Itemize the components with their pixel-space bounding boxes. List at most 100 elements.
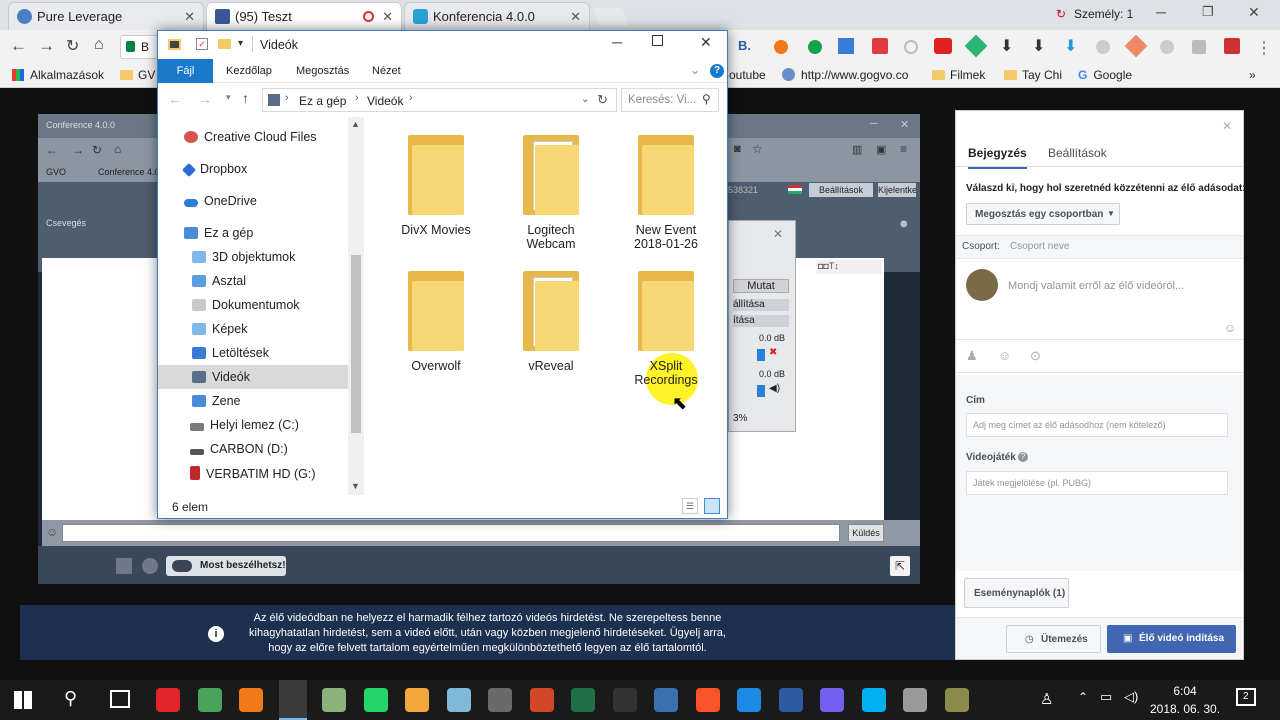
box-icon[interactable] [446, 688, 471, 712]
profile-label[interactable]: Személy: 1 [1074, 7, 1133, 21]
group-input[interactable]: Csoport neve [1010, 241, 1069, 252]
up-icon[interactable]: ↑ [242, 90, 249, 106]
notification-center-icon[interactable]: 2 [1236, 688, 1256, 706]
tab-settings[interactable]: Beállítások [1048, 146, 1107, 160]
close-icon[interactable]: ✕ [700, 34, 712, 51]
search-box[interactable]: Keresés: Vi... ⚲ [621, 88, 719, 112]
bookmark-google[interactable]: G Google [1078, 68, 1132, 82]
maximize-icon[interactable]: ❐ [1202, 4, 1214, 20]
folder-item[interactable]: New Event 2018-01-26 [616, 135, 716, 251]
close-icon[interactable]: ✕ [570, 9, 581, 25]
nav-item-3d-objects[interactable]: 3D objektumok [158, 245, 348, 269]
settings-icon[interactable] [142, 558, 158, 574]
event-log-button[interactable]: Eseménynaplók (1) [964, 578, 1069, 608]
bookmark-gogvo[interactable]: http://www.gogvo.co [782, 68, 908, 82]
nav-item-drive-g[interactable]: VERBATIM HD (G:) [158, 461, 348, 485]
extension-icon[interactable] [1160, 40, 1174, 54]
powerpoint-icon[interactable] [529, 688, 554, 712]
wifi-app-icon[interactable] [778, 688, 803, 712]
conf-bookmark[interactable]: Conference 4.0 [98, 167, 160, 177]
tag-people-icon[interactable]: ♟ [966, 348, 978, 364]
location-icon[interactable]: ⊙ [1030, 348, 1041, 364]
minimize-icon[interactable]: ─ [612, 34, 622, 50]
download-icon[interactable] [838, 38, 854, 54]
address-bar[interactable]: › Ez a gép › Videók › ⌄ ↻ [262, 88, 617, 112]
people-icon[interactable]: ♙ [1040, 690, 1053, 708]
nav-item-this-pc[interactable]: Ez a gép [158, 221, 348, 245]
calculator-icon[interactable] [488, 688, 512, 712]
firefox-icon[interactable] [239, 688, 263, 712]
extension-icon[interactable] [1192, 40, 1206, 54]
close-icon[interactable]: ✕ [773, 227, 783, 241]
folder-item[interactable]: XSplit Recordings [616, 271, 716, 387]
home-icon[interactable]: ⌂ [114, 142, 121, 156]
down-arrow-icon[interactable]: ⬇ [1064, 36, 1077, 56]
folder-item[interactable]: vReveal [501, 271, 601, 373]
post-input[interactable]: Mondj valamit erről az élő videóról... [1008, 280, 1184, 292]
star-icon[interactable]: ☆ [752, 142, 763, 156]
reload-icon[interactable]: ↻ [66, 36, 79, 56]
nav-item-onedrive[interactable]: OneDrive [158, 189, 348, 213]
volume-icon[interactable]: ◁) [1124, 689, 1138, 705]
back-icon[interactable]: ← [168, 91, 182, 107]
folder-item[interactable]: Overwolf [386, 271, 486, 373]
details-view-icon[interactable]: ☰ [682, 498, 698, 514]
refresh-icon[interactable]: ↻ [597, 92, 608, 108]
excel-icon[interactable] [571, 688, 595, 712]
nav-item-music[interactable]: Zene [158, 389, 348, 413]
menu-icon[interactable]: ⋮ [1256, 38, 1272, 58]
tab-share[interactable]: Megosztás [296, 65, 349, 77]
back-icon[interactable]: ← [10, 36, 27, 56]
nav-item-drive-d[interactable]: CARBON (D:) [158, 437, 348, 461]
edge-icon[interactable] [737, 688, 761, 712]
app-icon[interactable] [322, 688, 346, 712]
share-dropdown[interactable]: Megosztás egy csoportban ▼ [966, 203, 1120, 225]
search-icon[interactable]: ⚲ [64, 688, 77, 709]
extension-icon[interactable] [934, 38, 952, 54]
extension-icon[interactable] [964, 34, 988, 58]
close-icon[interactable]: ✕ [184, 9, 195, 25]
minimize-icon[interactable]: ─ [870, 118, 878, 130]
tab-teszt[interactable]: (95) Teszt ✕ [206, 2, 402, 30]
home-icon[interactable]: ⌂ [94, 36, 104, 54]
shield-icon[interactable]: ◙ [734, 143, 741, 155]
nav-item-creative-cloud[interactable]: Creative Cloud Files [158, 125, 348, 149]
tool-icon[interactable] [612, 688, 637, 712]
viber-icon[interactable] [820, 688, 844, 712]
emoji-icon[interactable]: ☺ [46, 525, 58, 539]
network-tool-icon[interactable] [944, 688, 969, 712]
talk-button[interactable]: Most beszélhetsz! [166, 556, 286, 576]
feeling-icon[interactable]: ☺ [998, 348, 1011, 363]
info-icon[interactable]: ? [1018, 452, 1028, 462]
down-arrow-icon[interactable]: ⬇ [1032, 36, 1045, 56]
logout-button[interactable]: Kijelentkezés [878, 183, 916, 197]
menu-icon[interactable]: ≡ [900, 142, 907, 156]
whatsapp-icon[interactable] [363, 688, 388, 712]
tab-home[interactable]: Kezdőlap [226, 65, 272, 77]
expand-ribbon-icon[interactable]: ⌄ [690, 63, 700, 77]
reload-icon[interactable]: ↻ [92, 143, 102, 157]
title-input[interactable]: Adj meg címet az élő adásodhoz (nem köte… [966, 413, 1228, 437]
recent-dropdown-icon[interactable]: ▾ [226, 92, 231, 103]
bookmark-apps[interactable]: Alkalmazások [12, 68, 104, 82]
nav-item-desktop[interactable]: Asztal [158, 269, 348, 293]
brave-icon[interactable] [695, 688, 720, 712]
emoji-icon[interactable]: ☺ [1224, 321, 1236, 335]
properties-icon[interactable]: ✓ [196, 38, 208, 50]
volume-slider[interactable] [757, 385, 765, 397]
tab-pure-leverage[interactable]: Pure Leverage ✕ [8, 2, 204, 30]
tab-konferencia[interactable]: Konferencia 4.0.0 ✕ [404, 2, 590, 30]
bookmark-youtube[interactable]: outube [729, 68, 766, 82]
back-icon[interactable]: ← [46, 143, 58, 157]
forward-icon[interactable]: → [72, 143, 84, 157]
folder-item[interactable]: Logitech Webcam [501, 135, 601, 251]
bookmarks-more[interactable]: » [1249, 68, 1256, 82]
chat-input[interactable] [62, 524, 840, 542]
large-icons-view-icon[interactable] [704, 498, 720, 514]
folder-item[interactable]: DivX Movies [386, 135, 486, 237]
nav-item-pictures[interactable]: Képek [158, 317, 348, 341]
tab-post[interactable]: Bejegyzés [968, 146, 1027, 169]
conf-bookmark[interactable]: GVO [46, 167, 66, 177]
extension-icon[interactable] [1224, 38, 1240, 54]
new-tab-button[interactable] [592, 8, 630, 26]
